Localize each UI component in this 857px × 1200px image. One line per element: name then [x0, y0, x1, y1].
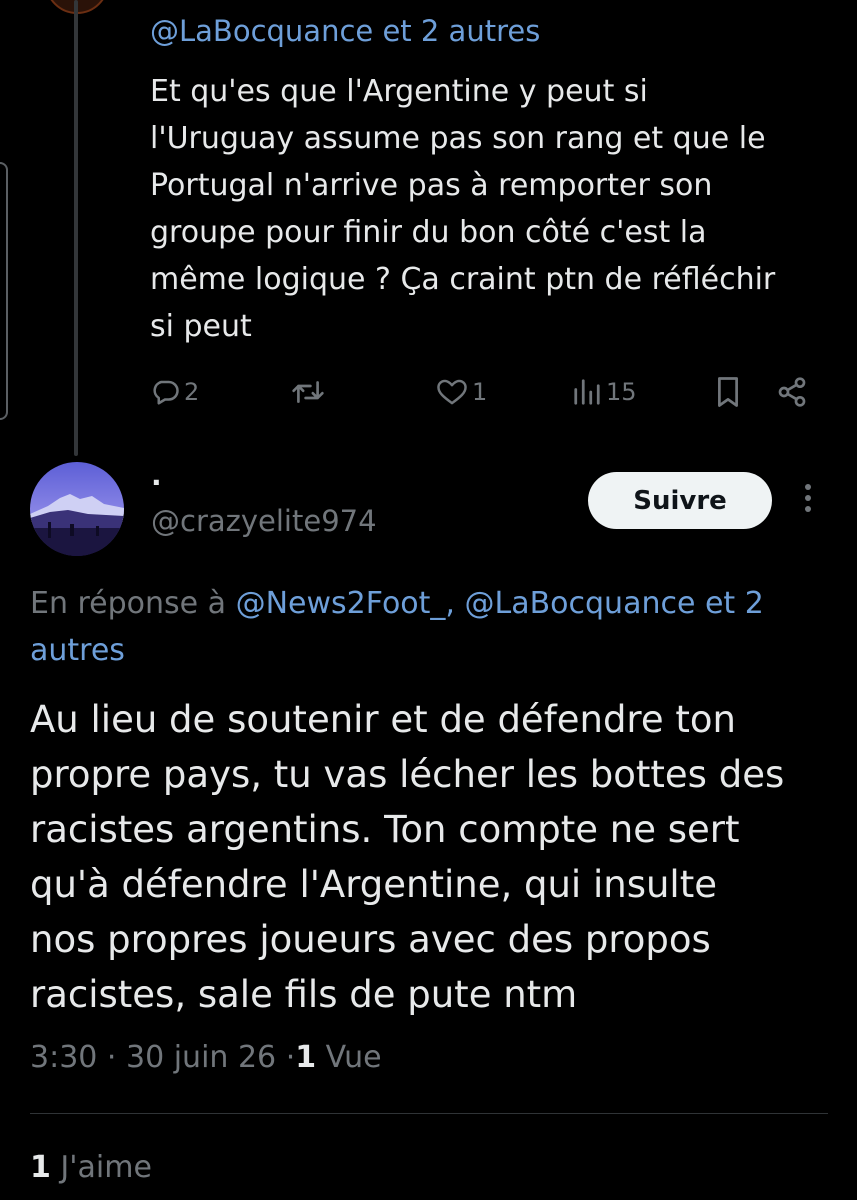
avatar[interactable]	[30, 462, 124, 556]
share-button[interactable]	[776, 372, 808, 412]
text-line: racistes argentins. Ton compte ne sert	[30, 808, 740, 851]
views-label: Vue	[325, 1040, 382, 1075]
previous-tweet-reply-mentions[interactable]: @LaBocquance et 2 autres	[150, 14, 540, 48]
separator: ·	[285, 1040, 296, 1075]
views-count: 1	[295, 1040, 317, 1075]
scrollbar-edge[interactable]	[0, 162, 8, 420]
likes-count: 1	[30, 1150, 51, 1185]
text-line: qu'à défendre l'Argentine, qui insulte	[30, 863, 717, 906]
vertical-ellipsis-icon[interactable]	[796, 484, 820, 520]
views-button[interactable]: 15	[572, 372, 637, 412]
bookmark-button[interactable]	[714, 372, 742, 412]
text-line: si peut	[150, 309, 252, 344]
text-line: groupe pour finir du bon côté c'est la	[150, 215, 707, 250]
text-line: même logique ? Ça craint ptn de réfléchi…	[150, 262, 776, 297]
text-line: Et qu'es que l'Argentine y peut si	[150, 74, 648, 109]
bookmark-icon	[718, 377, 738, 407]
tweet-text: Au lieu de soutenir et de défendre ton p…	[30, 692, 830, 1022]
follow-button[interactable]: Suivre	[588, 472, 772, 529]
mountain-landscape-image	[30, 462, 124, 556]
thread-connector-line	[74, 0, 78, 456]
text-line: Portugal n'arrive pas à remporter son	[150, 168, 713, 203]
speech-bubble-icon	[153, 380, 179, 405]
views-count: 15	[606, 378, 637, 406]
text-line: propre pays, tu vas lécher les bottes de…	[30, 753, 785, 796]
reply-context: En réponse à @News2Foot_, @LaBocquance e…	[30, 580, 830, 674]
tweet-date[interactable]: 30 juin 26	[126, 1040, 276, 1075]
text-line: l'Uruguay assume pas son rang et que le	[150, 121, 766, 156]
like-count: 1	[472, 378, 488, 406]
share-icon	[778, 377, 806, 407]
likes-label: J'aime	[60, 1150, 152, 1185]
display-name[interactable]: ·	[151, 466, 162, 499]
reply-button[interactable]: 2	[150, 372, 199, 412]
reply-prefix: En réponse à	[30, 586, 227, 621]
retweet-button[interactable]	[290, 372, 326, 412]
reply-count: 2	[184, 378, 200, 406]
bar-chart-icon	[574, 379, 600, 405]
retweet-icon	[292, 381, 324, 403]
tweet-metadata: 3:30 · 30 juin 26 ·1 Vue	[30, 1040, 382, 1075]
separator: ·	[106, 1040, 117, 1075]
like-button[interactable]: 1	[436, 372, 487, 412]
text-line: Au lieu de soutenir et de défendre ton	[30, 698, 736, 741]
likes-summary[interactable]: 1 J'aime	[30, 1150, 152, 1185]
tweet-time[interactable]: 3:30	[30, 1040, 97, 1075]
text-line: nos propres joueurs avec des propos	[30, 918, 711, 961]
user-handle[interactable]: @crazyelite974	[151, 504, 377, 538]
heart-icon	[437, 379, 467, 405]
text-line: racistes, sale fils de pute ntm	[30, 973, 578, 1016]
divider	[30, 1113, 828, 1114]
previous-tweet-text: Et qu'es que l'Argentine y peut si l'Uru…	[150, 68, 840, 350]
